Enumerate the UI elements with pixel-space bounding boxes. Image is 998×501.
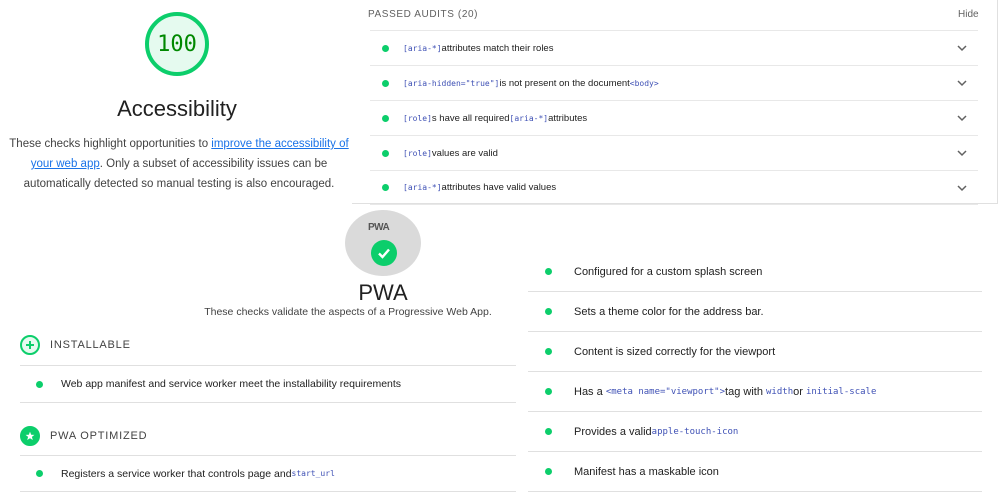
pwa-optimized-group-header: PWA OPTIMIZED — [20, 426, 147, 446]
chevron-down-icon[interactable] — [956, 182, 968, 194]
audit-row[interactable]: [aria-hidden="true"] is not present on t… — [370, 65, 978, 100]
passed-audits-title: PASSED AUDITS (20) — [368, 9, 479, 20]
pwa-optimized-list: Registers a service worker that controls… — [20, 456, 516, 492]
list-item[interactable]: Web app manifest and service worker meet… — [20, 366, 516, 403]
list-item[interactable]: Sets a theme color for the address bar. — [528, 292, 982, 332]
passed-audits-list: [aria-*] attributes match their roles [a… — [370, 30, 978, 205]
pass-dot-icon — [545, 468, 552, 475]
pass-dot-icon — [545, 308, 552, 315]
pwa-description: These checks validate the aspects of a P… — [204, 306, 492, 318]
chevron-down-icon[interactable] — [956, 42, 968, 54]
pass-dot-icon — [545, 348, 552, 355]
chevron-down-icon[interactable] — [956, 112, 968, 124]
accessibility-description: These checks highlight opportunities to … — [9, 138, 349, 190]
pass-dot-icon — [545, 428, 552, 435]
pass-dot-icon — [382, 44, 389, 52]
pass-dot-icon — [36, 470, 43, 477]
hide-passed-audits-button[interactable]: Hide — [958, 9, 979, 20]
chevron-down-icon[interactable] — [956, 77, 968, 89]
accessibility-score: 100 — [157, 31, 197, 57]
pass-dot-icon — [382, 79, 389, 87]
pass-dot-icon — [545, 388, 552, 395]
audit-row[interactable]: [role] s have all required [aria-*] attri… — [370, 100, 978, 135]
chevron-down-icon[interactable] — [956, 147, 968, 159]
list-item[interactable]: Manifest has a maskable icon — [528, 452, 982, 492]
installable-list: Web app manifest and service worker meet… — [20, 366, 516, 403]
pass-dot-icon — [382, 184, 389, 191]
list-item[interactable]: Provides a valid apple-touch-icon — [528, 412, 982, 452]
list-item[interactable]: Registers a service worker that controls… — [20, 456, 516, 492]
installable-group-header: INSTALLABLE — [20, 335, 131, 355]
pass-dot-icon — [382, 114, 389, 122]
pass-dot-icon — [545, 268, 552, 275]
installable-icon — [20, 335, 40, 355]
audit-row[interactable]: [role] values are valid — [370, 135, 978, 170]
pass-dot-icon — [382, 149, 389, 157]
accessibility-title: Accessibility — [117, 96, 237, 121]
list-item[interactable]: Has a <meta name="viewport"> tag with wi… — [528, 372, 982, 412]
accessibility-score-gauge: 100 — [145, 12, 209, 76]
audit-row[interactable]: [aria-*] attributes have valid values — [370, 170, 978, 205]
pwa-title: PWA — [358, 280, 408, 305]
list-item[interactable]: Configured for a custom splash screen — [528, 252, 982, 292]
star-icon — [20, 426, 40, 446]
check-icon — [371, 240, 397, 266]
pass-dot-icon — [36, 380, 43, 388]
list-item[interactable]: Content is sized correctly for the viewp… — [528, 332, 982, 372]
audit-row[interactable]: [aria-*] attributes match their roles — [370, 30, 978, 65]
pwa-optimized-list-right: Configured for a custom splash screen Se… — [528, 252, 982, 492]
pwa-badge-text: PWA — [368, 222, 390, 233]
